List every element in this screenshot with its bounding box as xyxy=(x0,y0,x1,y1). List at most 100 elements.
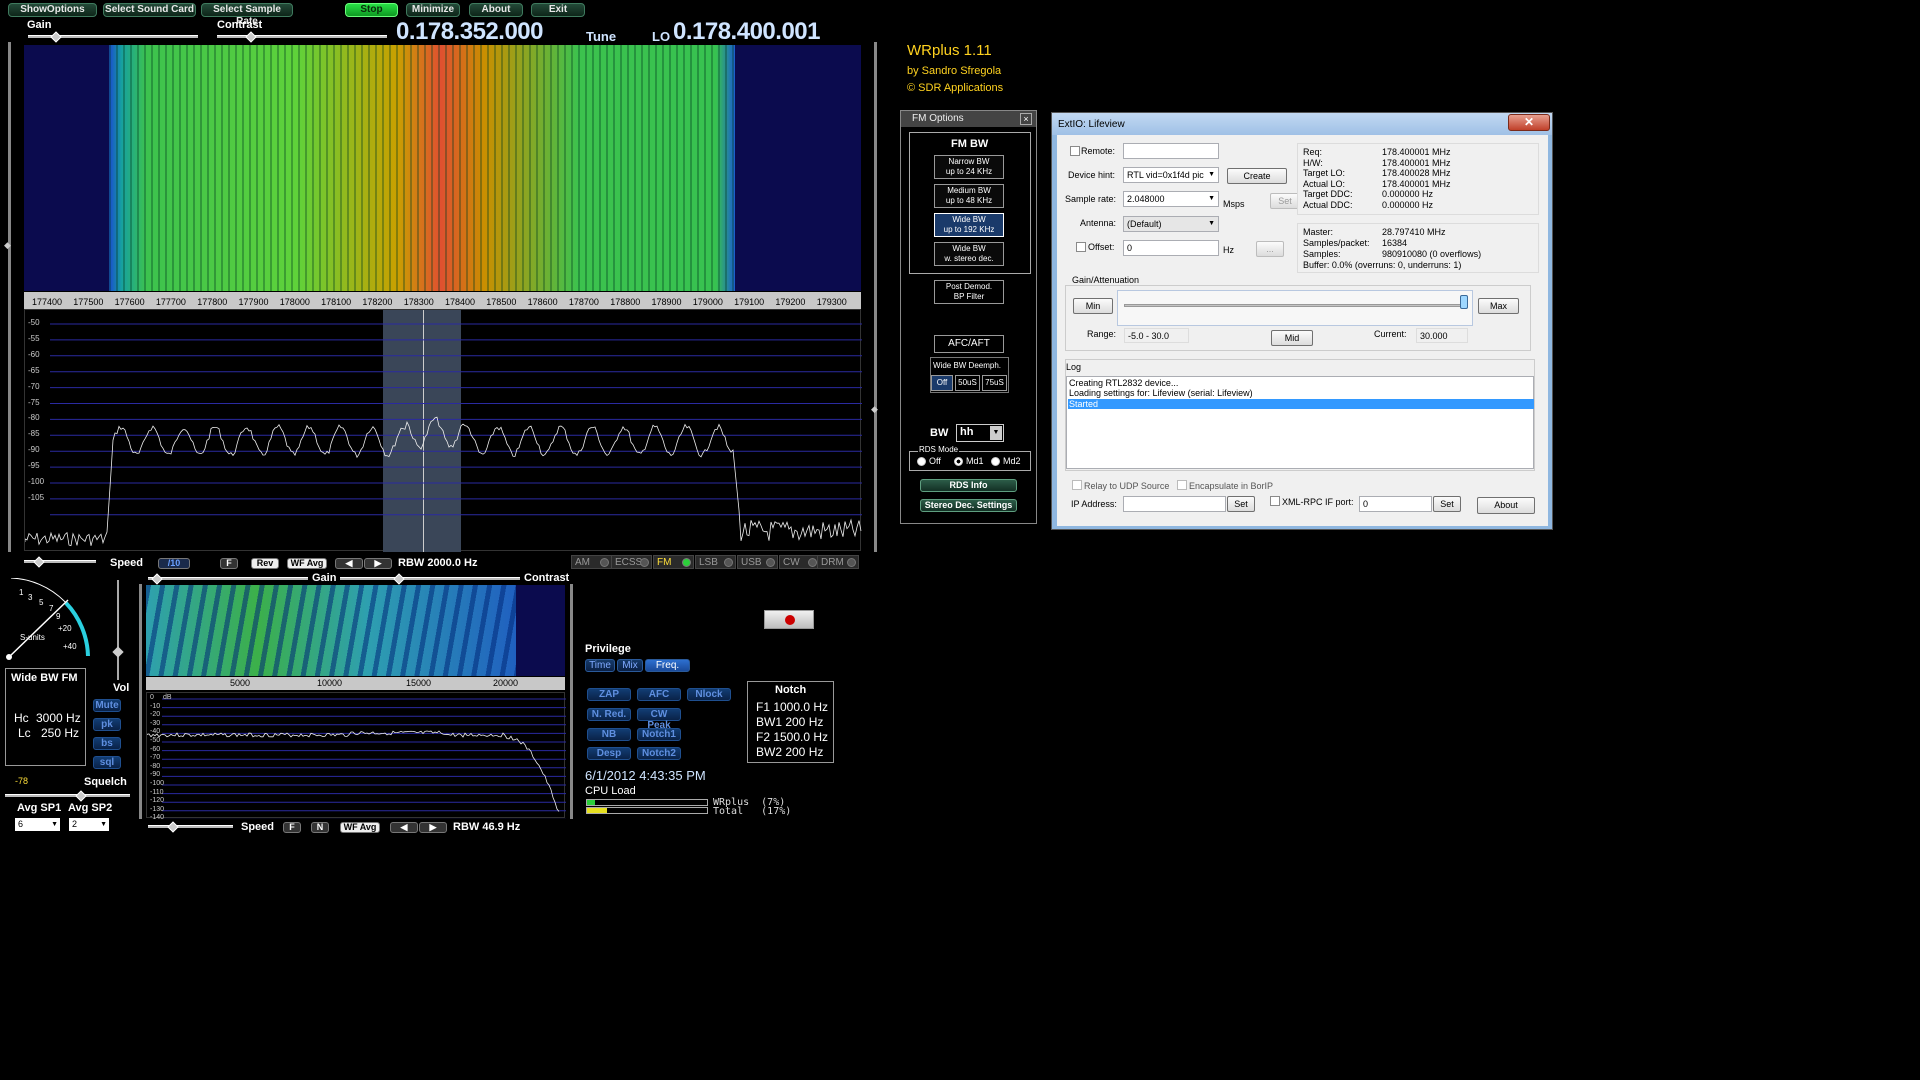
privilege-tab-mix[interactable]: Mix xyxy=(617,659,643,672)
select-sound-card-button[interactable]: Select Sound Card xyxy=(103,3,196,17)
create-button[interactable]: Create xyxy=(1227,168,1287,184)
extio-close-button[interactable]: ✕ xyxy=(1508,114,1550,131)
notch2-button[interactable]: Notch2 xyxy=(637,747,681,760)
fm-bw-option-4[interactable]: Wide BW w. stereo dec. xyxy=(934,242,1004,266)
gain-min-button[interactable]: Min xyxy=(1073,298,1113,314)
offset-checkbox[interactable] xyxy=(1076,242,1086,252)
audio-spectrum[interactable] xyxy=(146,692,566,819)
exit-button[interactable]: Exit xyxy=(531,3,585,17)
rds-radio-md2[interactable] xyxy=(991,457,1000,466)
avg-sp1-select[interactable]: 6 ▼ xyxy=(15,818,60,831)
afc-button[interactable]: AFC xyxy=(637,688,681,701)
deemph-75us-button[interactable]: 75uS xyxy=(982,375,1007,391)
div10-button[interactable]: /10 xyxy=(158,558,190,569)
post-demod-button[interactable]: Post Demod. BP Filter xyxy=(934,280,1004,304)
log-line[interactable]: Creating RTL2832 device... xyxy=(1068,378,1534,388)
remote-input[interactable] xyxy=(1123,143,1219,159)
zap-button[interactable]: ZAP xyxy=(587,688,631,701)
sql-button[interactable]: sql xyxy=(93,756,121,769)
avg-sp2-select[interactable]: 2 ▼ xyxy=(69,818,109,831)
fm-bw-option-2[interactable]: Medium BW up to 48 KHz xyxy=(934,184,1004,208)
ip-address-input[interactable] xyxy=(1123,496,1226,512)
xmlrpc-port-input[interactable]: 0 xyxy=(1359,496,1432,512)
remote-checkbox[interactable] xyxy=(1070,146,1080,156)
fm-bw-option-3[interactable]: Wide BW up to 192 KHz xyxy=(934,213,1004,237)
extio-about-button[interactable]: About xyxy=(1477,497,1535,514)
deemph-off-button[interactable]: Off xyxy=(931,375,953,391)
select-sample-rate-button[interactable]: Select Sample Rate xyxy=(201,3,293,27)
f-button[interactable]: F xyxy=(220,558,238,569)
fm-bw-option-1[interactable]: Narrow BW up to 24 KHz xyxy=(934,155,1004,179)
squelch-slider[interactable] xyxy=(5,790,130,802)
audio-zoom-right-button[interactable]: ▶ xyxy=(419,822,447,833)
audio-gain-slider[interactable] xyxy=(148,573,308,585)
fm-options-close-button[interactable]: × xyxy=(1020,113,1032,125)
audio-n-button[interactable]: N xyxy=(311,822,329,833)
mode-cw-button[interactable]: CW xyxy=(779,555,820,569)
mode-fm-button[interactable]: FM xyxy=(653,555,694,569)
xmlrpc-checkbox[interactable] xyxy=(1270,496,1280,506)
log-line-selected[interactable]: Started xyxy=(1068,399,1534,409)
audio-zoom-left-button[interactable]: ◀ xyxy=(390,822,418,833)
main-spectrum[interactable] xyxy=(24,309,862,552)
cw-peak-button[interactable]: CW Peak xyxy=(637,708,681,731)
mode-usb-button[interactable]: USB xyxy=(737,555,778,569)
sample-rate-set-button[interactable]: Set xyxy=(1270,193,1300,209)
bw-select[interactable]: hh ▼ xyxy=(956,424,1004,442)
tune-frequency[interactable]: 0.178.352.000 xyxy=(396,18,543,46)
show-options-button[interactable]: ShowOptions xyxy=(8,3,97,17)
audio-speed-slider[interactable] xyxy=(148,821,233,833)
gain-max-button[interactable]: Max xyxy=(1478,298,1519,314)
minimize-button[interactable]: Minimize xyxy=(406,3,460,17)
stop-button[interactable]: Stop xyxy=(345,3,398,17)
desp-button[interactable]: Desp xyxy=(587,747,631,760)
zoom-left-button[interactable]: ◀ xyxy=(335,558,363,569)
gain-mid-button[interactable]: Mid xyxy=(1271,330,1313,346)
rds-info-button[interactable]: RDS Info xyxy=(920,479,1017,492)
gain-slider-area[interactable] xyxy=(1117,290,1473,326)
ip-set-button[interactable]: Set xyxy=(1227,496,1255,512)
audio-contrast-slider[interactable] xyxy=(340,573,520,585)
sample-rate-select[interactable]: 2.048000 ▼ xyxy=(1123,191,1219,207)
antenna-select[interactable]: (Default) ▼ xyxy=(1123,216,1219,232)
about-button[interactable]: About xyxy=(469,3,523,17)
record-button[interactable] xyxy=(764,610,814,629)
n-red-button[interactable]: N. Red. xyxy=(587,708,631,721)
left-resize-handle[interactable]: ◆ xyxy=(4,240,11,251)
rds-radio-off[interactable] xyxy=(917,457,926,466)
gain-slider-thumb[interactable] xyxy=(1460,295,1468,309)
gain-slider[interactable] xyxy=(28,31,198,43)
zoom-right-button[interactable]: ▶ xyxy=(364,558,392,569)
contrast-slider[interactable] xyxy=(217,31,387,43)
nb-button[interactable]: NB xyxy=(587,728,631,741)
deemph-50us-button[interactable]: 50uS xyxy=(955,375,980,391)
audio-wf-avg-button[interactable]: WF Avg xyxy=(340,822,380,833)
vol-slider-knob[interactable] xyxy=(112,646,124,658)
offset-input[interactable]: 0 xyxy=(1123,240,1219,256)
audio-waterfall[interactable] xyxy=(146,585,565,676)
privilege-tab-freq[interactable]: Freq. xyxy=(645,659,690,672)
device-hint-select[interactable]: RTL vid=0x1f4d pic ▼ xyxy=(1123,167,1219,183)
main-waterfall[interactable] xyxy=(24,45,861,291)
privilege-tab-time[interactable]: Time xyxy=(585,659,615,672)
log-line[interactable]: Loading settings for: Lifeview (serial: … xyxy=(1068,388,1534,398)
stereo-settings-button[interactable]: Stereo Dec. Settings xyxy=(920,499,1017,512)
lo-frequency[interactable]: 0.178.400.001 xyxy=(673,18,820,46)
mute-button[interactable]: Mute xyxy=(93,699,121,712)
mode-lsb-button[interactable]: LSB xyxy=(695,555,736,569)
vol-slider-track[interactable] xyxy=(117,580,119,680)
speed-slider[interactable] xyxy=(24,556,96,568)
afc-aft-button[interactable]: AFC/AFT xyxy=(934,335,1004,353)
audio-f-button[interactable]: F xyxy=(283,822,301,833)
mode-drm-button[interactable]: DRM xyxy=(817,555,859,569)
nlock-button[interactable]: Nlock xyxy=(687,688,731,701)
bs-button[interactable]: bs xyxy=(93,737,121,750)
mode-ecss-button[interactable]: ECSS xyxy=(611,555,652,569)
mode-am-button[interactable]: AM xyxy=(571,555,612,569)
rev-button[interactable]: Rev xyxy=(251,558,279,569)
notch1-button[interactable]: Notch1 xyxy=(637,728,681,741)
log-list[interactable]: Creating RTL2832 device... Loading setti… xyxy=(1066,376,1534,469)
encapsulate-checkbox[interactable] xyxy=(1177,480,1187,490)
pk-button[interactable]: pk xyxy=(93,718,121,731)
rds-radio-md1[interactable] xyxy=(954,457,963,466)
